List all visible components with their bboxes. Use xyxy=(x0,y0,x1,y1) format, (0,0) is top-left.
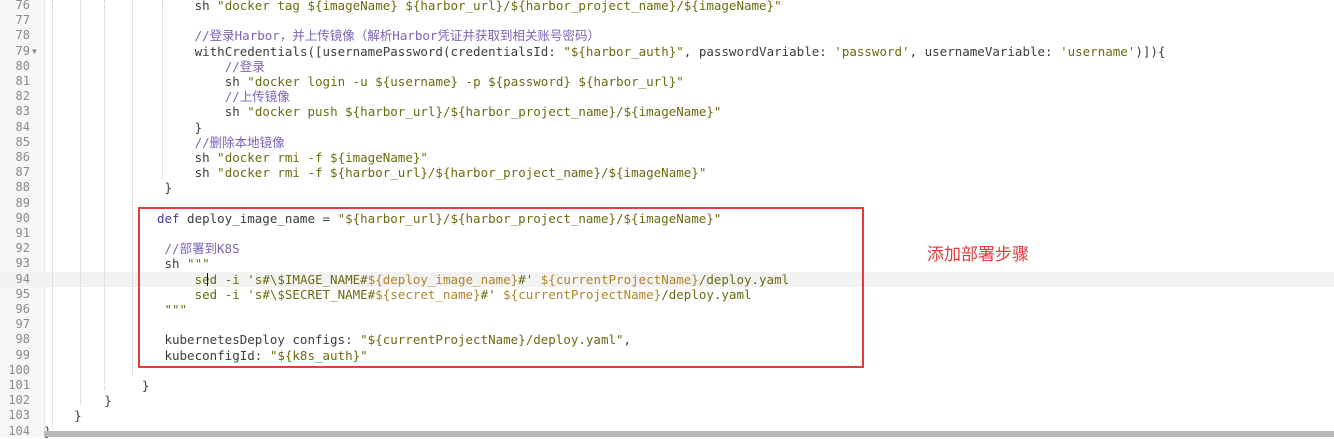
line-number: 82 xyxy=(15,89,30,104)
code-text[interactable]: //登录Harbor，并上传镜像（解析Harbor凭证并获取到相关账号密码） xyxy=(195,28,600,43)
annotation-highlight-box xyxy=(138,207,864,368)
line-number: 101 xyxy=(8,378,30,392)
code-line[interactable]: 81 sh "docker login -u ${username} -p ${p… xyxy=(0,74,1334,89)
indent-guide xyxy=(132,0,133,375)
code-line[interactable]: 76 sh "docker tag ${imageName} ${harbor_u… xyxy=(0,0,1334,13)
code-text[interactable]: //登录 xyxy=(225,59,265,74)
code-token: "docker push ${harbor_url}/${harbor_proj… xyxy=(247,104,722,120)
code-text[interactable]: //删除本地镜像 xyxy=(195,135,285,150)
code-text[interactable]: } xyxy=(74,408,82,423)
line-number: 78 xyxy=(15,28,30,43)
code-text[interactable]: } xyxy=(164,180,172,195)
code-text[interactable]: sh "docker rmi -f ${harbor_url}/${harbor… xyxy=(195,165,707,180)
code-text[interactable]: } xyxy=(195,120,203,135)
line-number: 100 xyxy=(8,362,30,377)
line-number: 87 xyxy=(15,165,30,180)
code-line[interactable]: 101} xyxy=(0,378,1334,393)
indent-guide xyxy=(52,0,53,430)
annotation-label: 添加部署步骤 xyxy=(927,245,1029,265)
horizontal-scrollbar[interactable] xyxy=(44,431,1334,437)
code-line[interactable]: 79 ▼ withCredentials([usernamePassword(cre… xyxy=(0,44,1334,59)
code-line[interactable]: 86 sh "docker rmi -f ${imageName}" xyxy=(0,150,1334,165)
line-number: 79 xyxy=(15,43,30,58)
line-number: 96 xyxy=(15,302,30,316)
line-number: 95 xyxy=(15,286,30,301)
code-token: //登录Harbor，并上传镜像（解析Harbor凭证并获取到相关账号密码） xyxy=(194,28,600,44)
line-number: 99 xyxy=(15,347,30,362)
code-token: , usernameVariable: xyxy=(909,43,1061,59)
code-token: )]){ xyxy=(1135,43,1166,59)
line-number: 88 xyxy=(15,180,30,195)
code-text[interactable]: sh "docker rmi -f ${imageName}" xyxy=(195,150,428,165)
code-token: "${harbor_auth}" xyxy=(563,43,684,59)
line-number: 93 xyxy=(15,256,30,271)
code-token: sh xyxy=(224,104,248,120)
code-token: //删除本地镜像 xyxy=(194,134,285,150)
code-token: } xyxy=(164,180,172,196)
code-line[interactable]: 83 sh "docker push ${harbor_url}/${harbor… xyxy=(0,104,1334,119)
code-line[interactable]: 77 xyxy=(0,13,1334,28)
line-number: 92 xyxy=(15,241,30,256)
code-line[interactable]: 80 //登录 xyxy=(0,59,1334,74)
line-number: 83 xyxy=(15,104,30,119)
code-text[interactable]: } xyxy=(104,393,112,408)
fold-arrow-icon[interactable]: ▼ xyxy=(32,44,37,59)
line-number: 86 xyxy=(15,150,30,164)
line-number: 77 xyxy=(15,13,30,28)
code-token: //登录 xyxy=(224,58,265,74)
line-number: 80 xyxy=(15,58,30,73)
code-token: } xyxy=(104,393,112,409)
code-text[interactable]: sh "docker tag ${imageName} ${harbor_url… xyxy=(195,0,782,13)
code-token: "docker rmi -f ${harbor_url}/${harbor_pr… xyxy=(217,165,707,181)
line-number: 81 xyxy=(15,74,30,88)
code-token: sh xyxy=(194,165,218,181)
line-number: 84 xyxy=(15,119,30,134)
code-line[interactable]: 87 sh "docker rmi -f ${harbor_url}/${harb… xyxy=(0,165,1334,180)
line-number: 104 xyxy=(8,423,30,438)
line-number: 102 xyxy=(8,393,30,408)
code-text[interactable]: sh "docker login -u ${username} -p ${pas… xyxy=(225,74,684,89)
line-number: 89 xyxy=(15,195,30,210)
code-line[interactable]: 85 //删除本地镜像 xyxy=(0,135,1334,150)
line-number: 97 xyxy=(15,317,30,332)
code-line[interactable]: 88} xyxy=(0,180,1334,195)
code-token: withCredentials([usernamePassword(creden… xyxy=(194,43,564,59)
line-number: 103 xyxy=(8,408,30,423)
code-token: "docker rmi -f ${imageName}" xyxy=(217,150,428,165)
code-token: "docker tag ${imageName} ${harbor_url}/$… xyxy=(217,0,782,13)
code-text[interactable]: //上传镜像 xyxy=(225,89,290,104)
code-line[interactable]: 84} xyxy=(0,120,1334,135)
code-token: , passwordVariable: xyxy=(683,43,835,59)
code-line[interactable]: 78 //登录Harbor，并上传镜像（解析Harbor凭证并获取到相关账号密码） xyxy=(0,28,1334,43)
line-number: 91 xyxy=(15,226,30,240)
indent-guide xyxy=(80,0,81,405)
code-token: sh xyxy=(194,150,218,165)
code-text[interactable]: withCredentials([usernamePassword(creden… xyxy=(195,44,1166,59)
code-token: "docker login -u ${username} -p ${passwo… xyxy=(247,74,684,89)
code-line[interactable]: 103} xyxy=(0,408,1334,423)
line-number: 98 xyxy=(15,332,30,347)
code-token: 'password' xyxy=(834,43,910,59)
code-token: 'username' xyxy=(1060,43,1136,59)
line-number: 85 xyxy=(15,134,30,149)
line-number: 94 xyxy=(15,271,30,286)
indent-guide xyxy=(162,0,163,180)
code-token: //上传镜像 xyxy=(224,89,290,105)
code-token: sh xyxy=(194,0,218,13)
code-token: } xyxy=(194,119,203,135)
line-number: 90 xyxy=(15,210,30,225)
code-token: } xyxy=(141,378,150,393)
code-text[interactable]: sh "docker push ${harbor_url}/${harbor_p… xyxy=(225,104,722,119)
code-text[interactable]: } xyxy=(142,378,150,393)
code-token: } xyxy=(74,408,82,424)
code-token: sh xyxy=(224,74,248,89)
code-line[interactable]: 82 //上传镜像 xyxy=(0,89,1334,104)
code-line[interactable]: 102} xyxy=(0,393,1334,408)
line-number: 76 xyxy=(15,0,30,12)
indent-guide xyxy=(104,0,105,390)
